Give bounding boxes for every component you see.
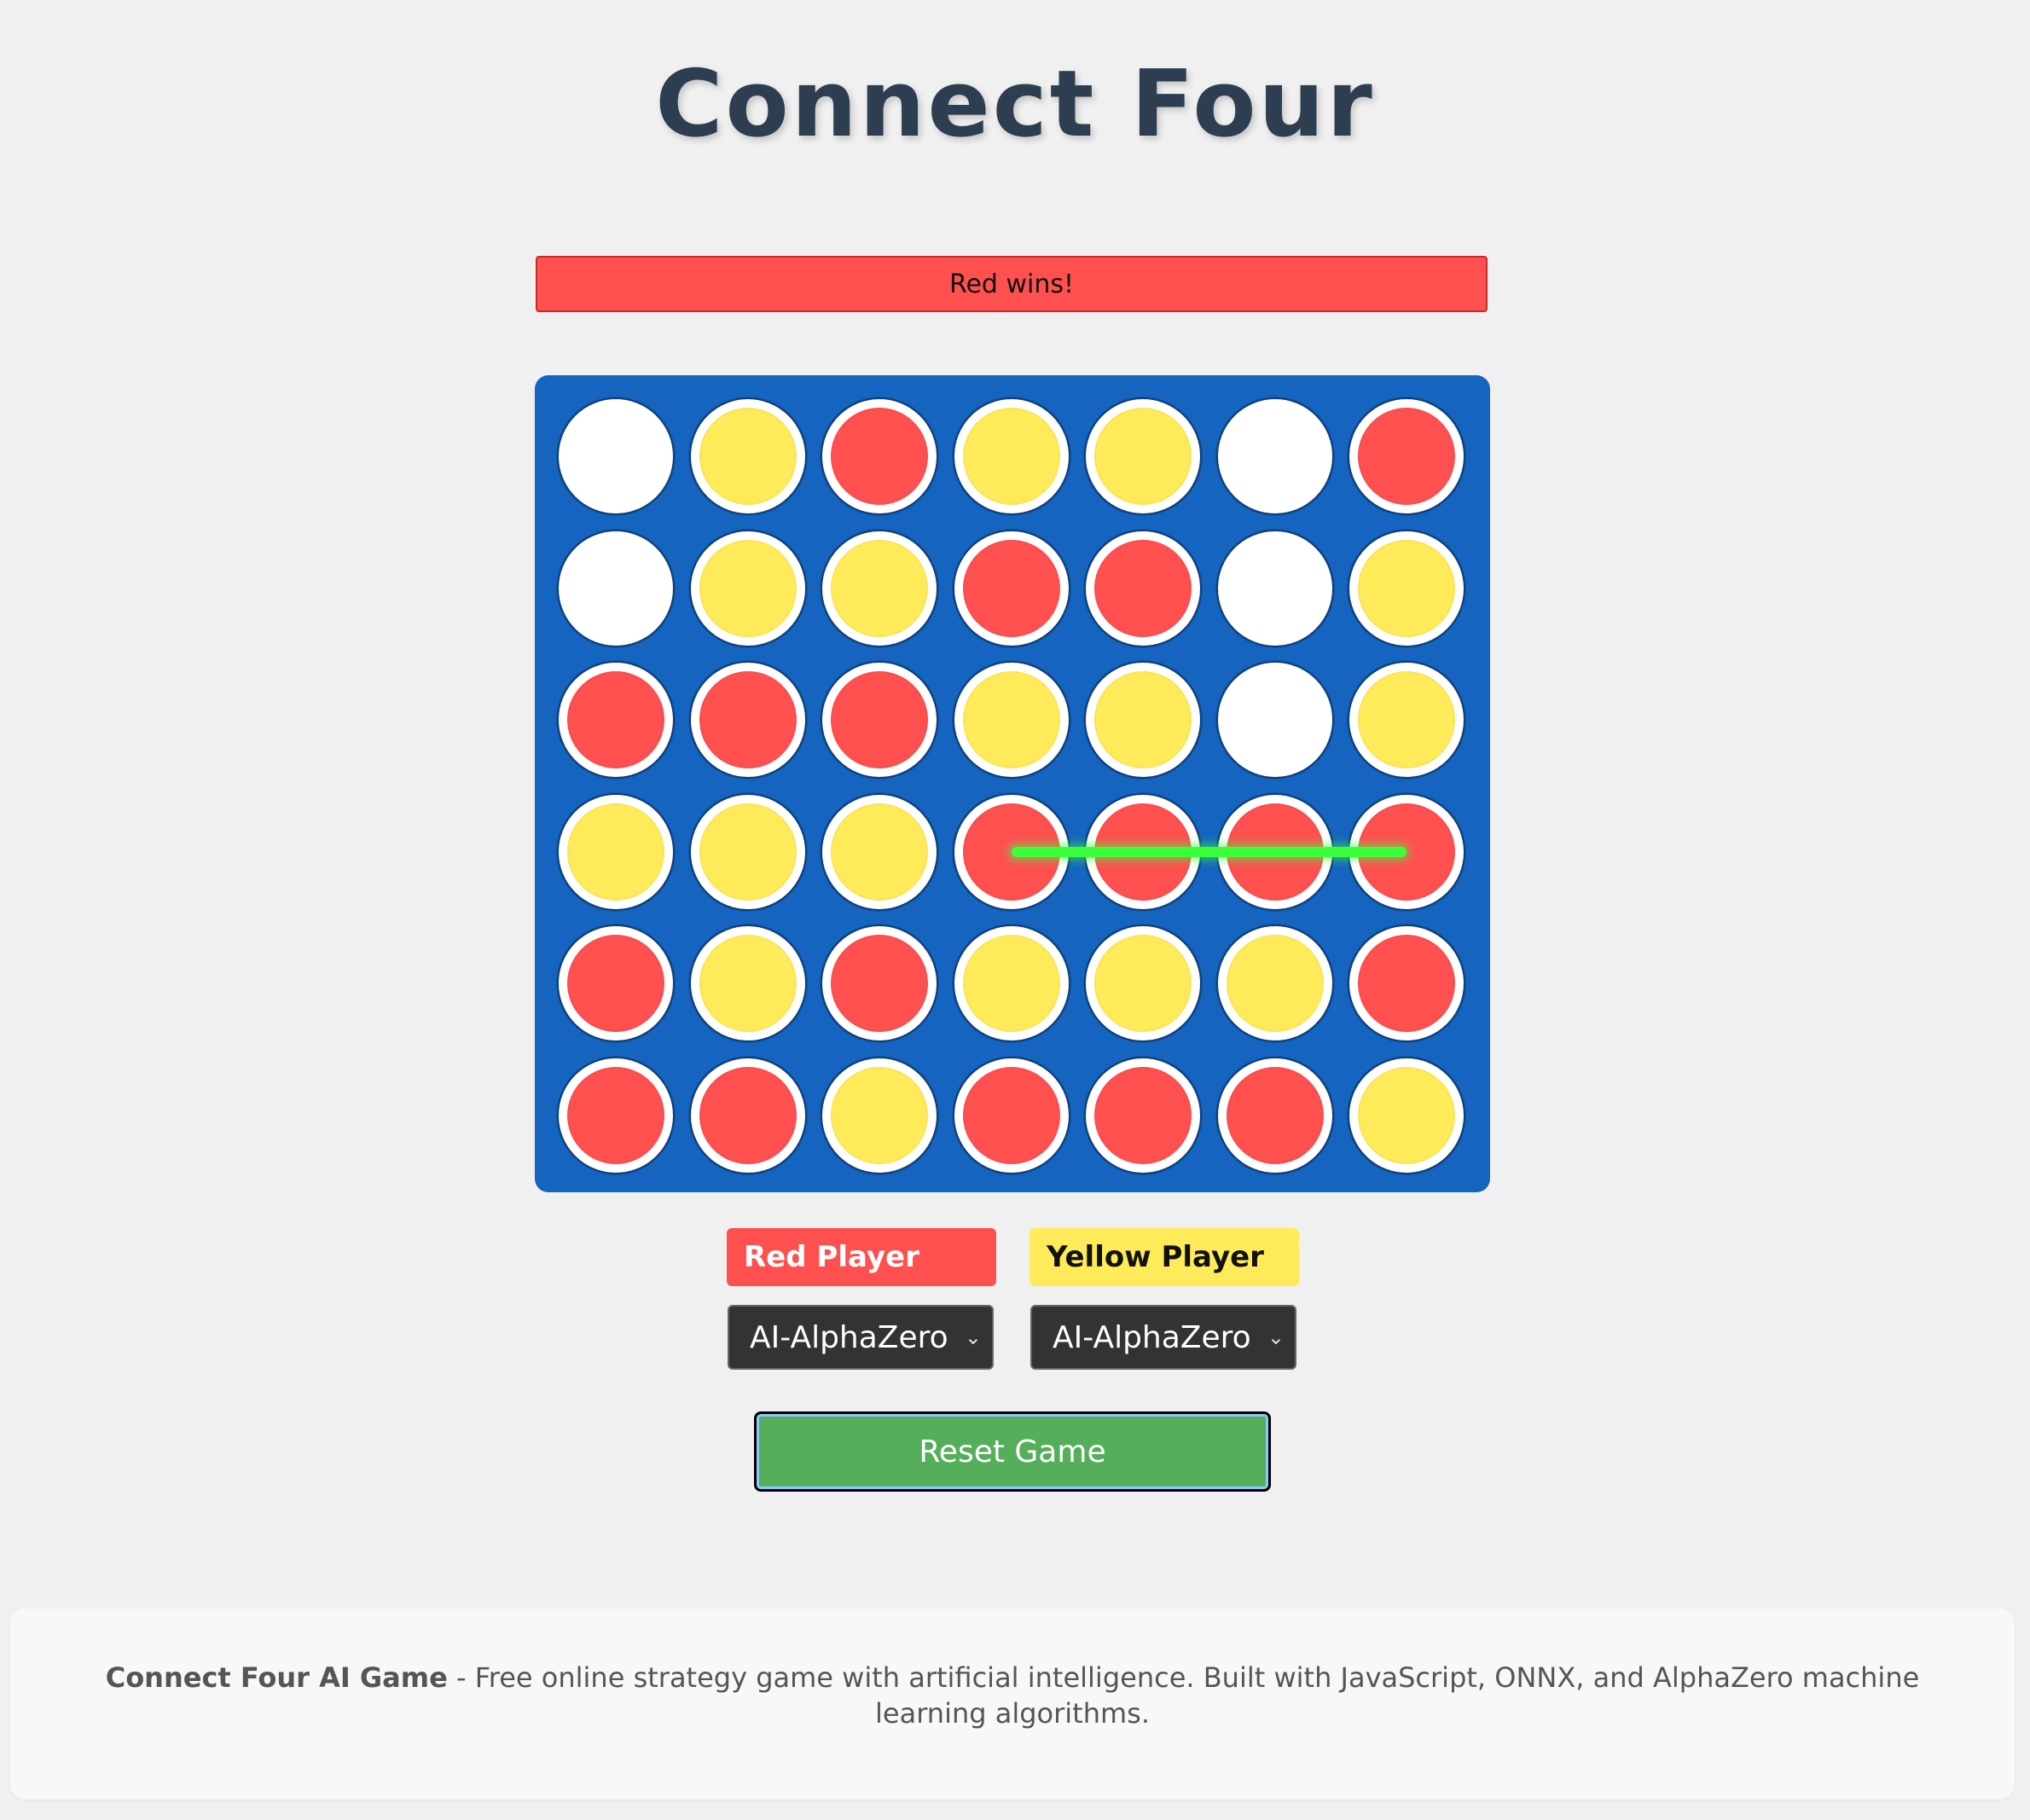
red-piece bbox=[831, 935, 928, 1032]
yellow-piece bbox=[1358, 539, 1455, 637]
page-title: Connect Four bbox=[655, 51, 1375, 158]
red-piece bbox=[567, 935, 664, 1032]
board-cell-r3-c1[interactable] bbox=[688, 792, 807, 911]
yellow-piece bbox=[962, 935, 1060, 1032]
board-cell-r0-c6[interactable] bbox=[1348, 397, 1465, 515]
board-cell-r5-c3[interactable] bbox=[952, 1056, 1070, 1174]
chevron-down-icon: ⌄ bbox=[1267, 1325, 1285, 1349]
red-piece bbox=[699, 1066, 797, 1164]
board-cell-r0-c4[interactable] bbox=[1084, 397, 1202, 515]
board-cell-r1-c5[interactable] bbox=[1215, 529, 1334, 647]
yellow-piece bbox=[962, 408, 1060, 505]
yellow-piece bbox=[962, 671, 1060, 768]
board-cell-r0-c0[interactable] bbox=[557, 397, 675, 515]
red-piece bbox=[1358, 935, 1455, 1032]
yellow-piece bbox=[699, 803, 797, 901]
board-cell-r0-c3[interactable] bbox=[952, 397, 1070, 515]
board-cell-r1-c3[interactable] bbox=[952, 529, 1070, 647]
board-cell-r2-c6[interactable] bbox=[1348, 661, 1465, 779]
yellow-piece bbox=[1094, 671, 1192, 768]
board-cell-r4-c5[interactable] bbox=[1215, 924, 1334, 1042]
board-cell-r4-c1[interactable] bbox=[688, 924, 807, 1042]
board-cell-r4-c6[interactable] bbox=[1348, 924, 1465, 1042]
board-cell-r4-c3[interactable] bbox=[952, 924, 1070, 1042]
board-cell-r1-c4[interactable] bbox=[1084, 529, 1202, 647]
red-player-label: Red Player bbox=[727, 1228, 996, 1286]
board-cell-r0-c1[interactable] bbox=[688, 397, 807, 515]
red-piece bbox=[962, 539, 1060, 637]
yellow-piece bbox=[1094, 935, 1192, 1032]
winning-line bbox=[1011, 846, 1406, 857]
board-cell-r4-c4[interactable] bbox=[1084, 924, 1202, 1042]
red-piece bbox=[831, 408, 928, 505]
board-cell-r5-c2[interactable] bbox=[821, 1056, 938, 1174]
yellow-piece bbox=[831, 1066, 928, 1164]
yellow-piece bbox=[1358, 1066, 1455, 1164]
footer-text: Connect Four AI Game - Free online strat… bbox=[96, 1660, 1929, 1731]
footer-description: - Free online strategy game with artific… bbox=[447, 1661, 1920, 1730]
yellow-player-label: Yellow Player bbox=[1030, 1228, 1299, 1286]
board-cell-r1-c2[interactable] bbox=[821, 529, 938, 647]
red-piece bbox=[962, 1066, 1060, 1164]
yellow-piece bbox=[1358, 671, 1455, 768]
board-cell-r2-c0[interactable] bbox=[557, 661, 675, 779]
board-cell-r1-c0[interactable] bbox=[557, 529, 675, 647]
red-piece bbox=[1094, 539, 1192, 637]
board-cell-r1-c1[interactable] bbox=[688, 529, 807, 647]
red-piece bbox=[831, 671, 928, 768]
yellow-piece bbox=[699, 539, 797, 637]
board-cell-r2-c4[interactable] bbox=[1084, 661, 1202, 779]
red-piece bbox=[1094, 1066, 1192, 1164]
yellow-piece bbox=[699, 935, 797, 1032]
footer-title: Connect Four AI Game bbox=[105, 1661, 448, 1694]
chevron-down-icon: ⌄ bbox=[964, 1325, 982, 1349]
yellow-piece bbox=[567, 803, 664, 901]
red-piece bbox=[567, 1066, 664, 1164]
game-status-banner: Red wins! bbox=[536, 256, 1488, 312]
board-cell-r3-c0[interactable] bbox=[557, 792, 675, 911]
yellow-piece bbox=[831, 803, 928, 901]
footer: Connect Four AI Game - Free online strat… bbox=[10, 1608, 2015, 1800]
board-cell-r4-c0[interactable] bbox=[557, 924, 675, 1042]
yellow-piece bbox=[1094, 408, 1192, 505]
red-piece bbox=[1226, 1066, 1324, 1164]
yellow-piece bbox=[1226, 935, 1324, 1032]
yellow-player-select-value: AI-AlphaZero bbox=[1053, 1319, 1251, 1355]
red-piece bbox=[699, 671, 797, 768]
game-board[interactable] bbox=[535, 375, 1490, 1192]
red-piece bbox=[567, 671, 664, 768]
board-cell-r5-c4[interactable] bbox=[1084, 1056, 1202, 1174]
board-cell-r5-c6[interactable] bbox=[1348, 1056, 1465, 1174]
board-cell-r3-c2[interactable] bbox=[821, 792, 938, 911]
board-cell-r5-c1[interactable] bbox=[688, 1056, 807, 1174]
board-cell-r2-c5[interactable] bbox=[1215, 661, 1334, 779]
board-cell-r2-c3[interactable] bbox=[952, 661, 1070, 779]
board-cell-r0-c5[interactable] bbox=[1215, 397, 1334, 515]
board-cell-r5-c0[interactable] bbox=[557, 1056, 675, 1174]
red-piece bbox=[1358, 408, 1455, 505]
board-cell-r5-c5[interactable] bbox=[1215, 1056, 1334, 1174]
yellow-piece bbox=[699, 408, 797, 505]
red-player-select-value: AI-AlphaZero bbox=[750, 1319, 948, 1355]
yellow-player-select[interactable]: AI-AlphaZero ⌄ bbox=[1030, 1305, 1296, 1370]
yellow-piece bbox=[831, 539, 928, 637]
board-cell-r4-c2[interactable] bbox=[821, 924, 938, 1042]
board-cell-r2-c1[interactable] bbox=[688, 661, 807, 779]
reset-game-button[interactable]: Reset Game bbox=[754, 1411, 1271, 1492]
board-cell-r2-c2[interactable] bbox=[821, 661, 938, 779]
board-cell-r1-c6[interactable] bbox=[1348, 529, 1465, 647]
red-player-select[interactable]: AI-AlphaZero ⌄ bbox=[728, 1305, 994, 1370]
board-cell-r0-c2[interactable] bbox=[821, 397, 938, 515]
